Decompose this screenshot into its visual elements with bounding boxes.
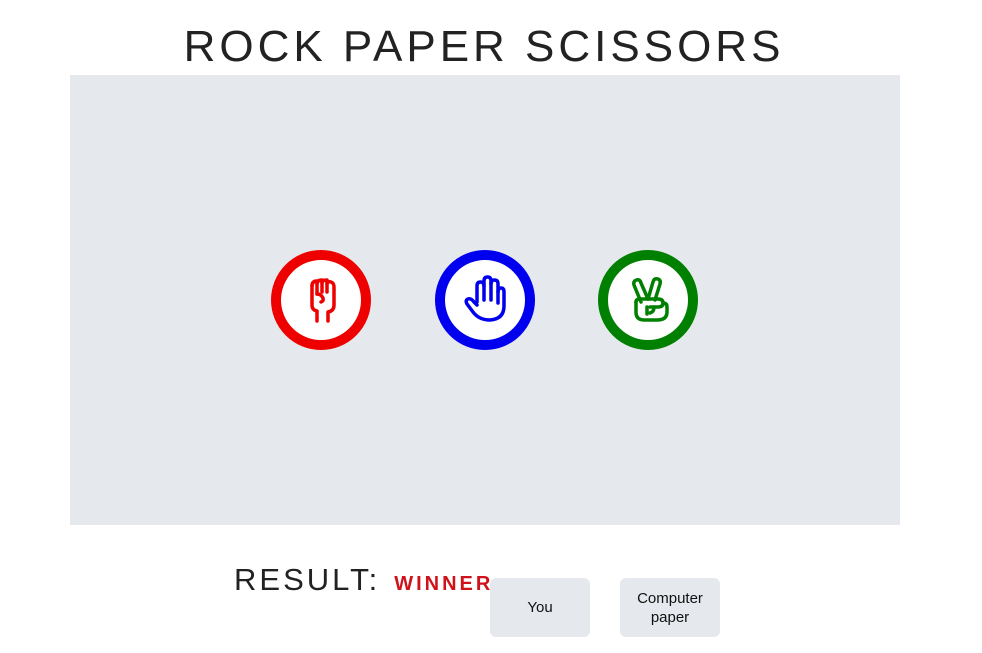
you-label: You	[527, 599, 553, 616]
result-value: WINNER	[394, 573, 494, 595]
game-board	[70, 75, 900, 525]
you-card: You	[490, 578, 590, 637]
game-title: ROCK PAPER SCISSORS	[183, 22, 785, 71]
computer-label: Computer	[637, 589, 703, 607]
rock-button[interactable]	[271, 250, 371, 350]
peace-hand-icon	[632, 277, 669, 322]
computer-card: Computer paper	[620, 578, 720, 637]
computer-pick: paper	[650, 608, 690, 626]
fist-icon	[310, 278, 336, 323]
result-row: RESULT: WINNER	[234, 562, 493, 602]
open-hand-icon	[464, 275, 506, 322]
paper-button[interactable]	[435, 250, 535, 350]
scissors-button[interactable]	[598, 250, 698, 350]
result-label: RESULT:	[234, 562, 381, 597]
